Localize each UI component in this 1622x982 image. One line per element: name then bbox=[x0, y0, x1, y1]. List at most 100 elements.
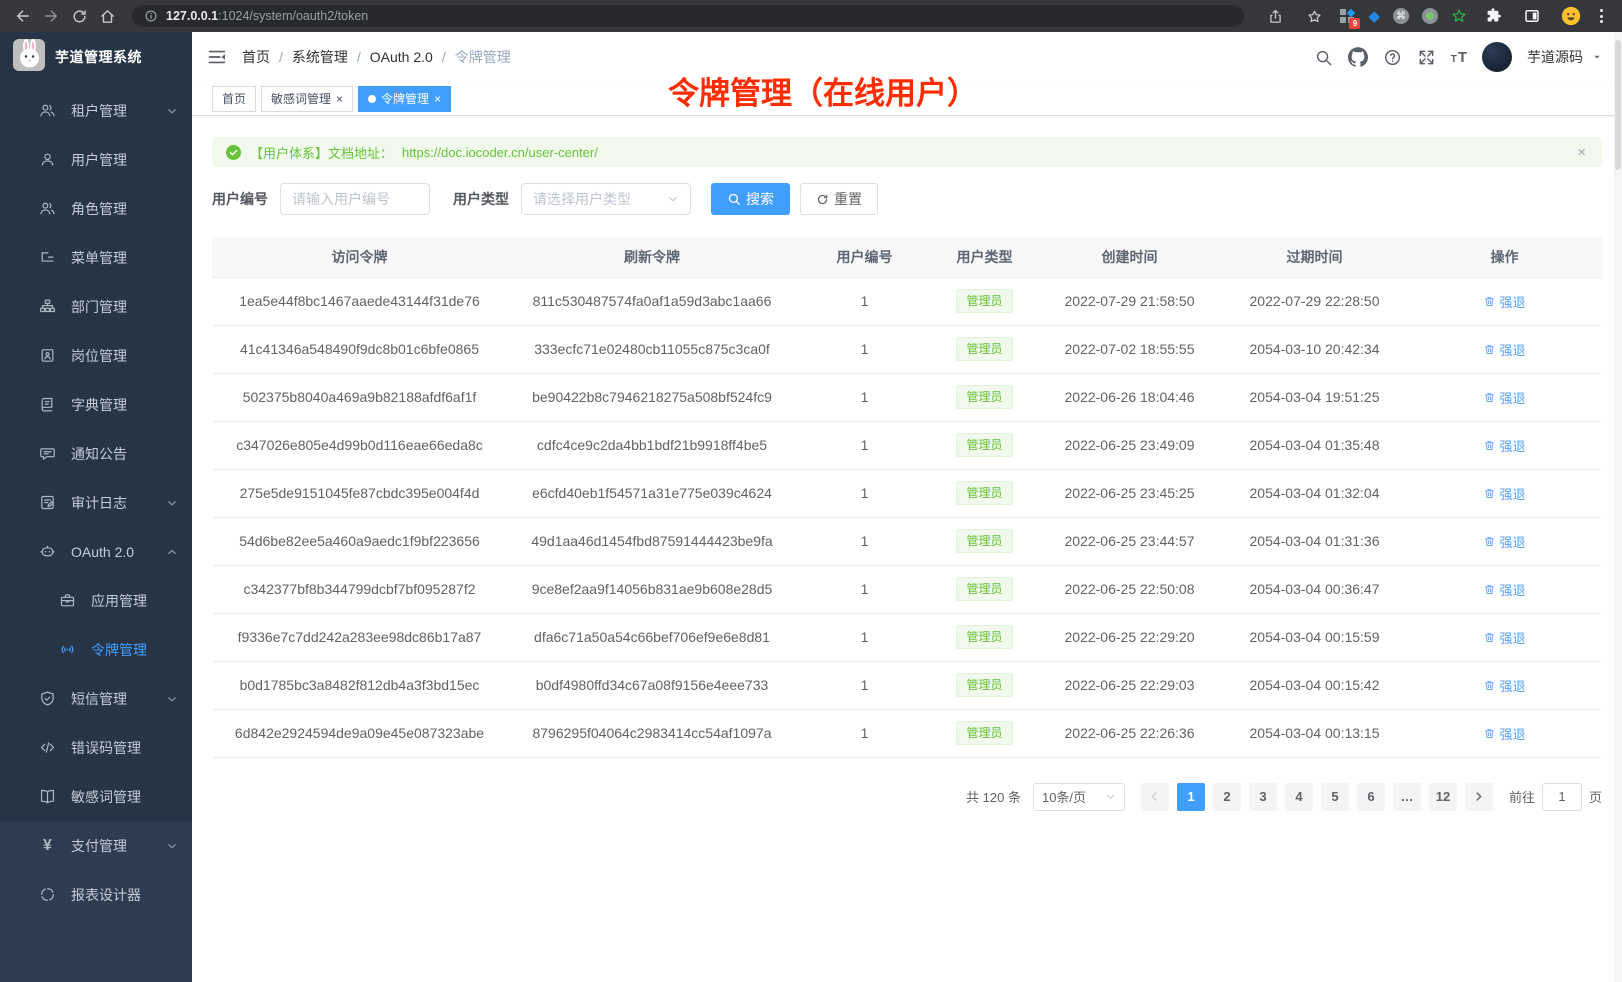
table-row: 275e5de9151045fe87cbdc395e004f4de6cfd40e… bbox=[212, 469, 1602, 517]
breadcrumb-home[interactable]: 首页 bbox=[242, 47, 270, 67]
sidebar-item-audit[interactable]: 审计日志 bbox=[0, 478, 192, 527]
sidebar-item-sensitiveword[interactable]: 敏感词管理 bbox=[0, 772, 192, 821]
sidebar-item-sms[interactable]: 短信管理 bbox=[0, 674, 192, 723]
sidebar-item-oauth2-token[interactable]: 令牌管理 bbox=[0, 625, 192, 674]
tab-home[interactable]: 首页 bbox=[212, 86, 256, 112]
sidebar-item-dept[interactable]: 部门管理 bbox=[0, 282, 192, 331]
user-type-tag: 管理员 bbox=[956, 481, 1012, 505]
access-token-cell: b0d1785bc3a8482f812db4a3f3bd15ec bbox=[212, 661, 507, 709]
tab-token[interactable]: 令牌管理× bbox=[358, 86, 451, 112]
user-type-cell: 管理员 bbox=[932, 565, 1037, 613]
search-button[interactable]: 搜索 bbox=[711, 183, 790, 215]
page-ellipsis[interactable]: … bbox=[1393, 783, 1421, 811]
browser-reload-icon[interactable] bbox=[66, 3, 92, 29]
close-icon[interactable]: × bbox=[336, 93, 343, 105]
user-avatar[interactable] bbox=[1482, 42, 1512, 72]
sidebar-item-errorcode[interactable]: 错误码管理 bbox=[0, 723, 192, 772]
action-cell: 强退 bbox=[1407, 277, 1602, 325]
user-name[interactable]: 芋道源码 bbox=[1527, 47, 1583, 67]
star-extension-icon[interactable] bbox=[1451, 8, 1467, 24]
reset-button[interactable]: 重置 bbox=[800, 183, 878, 215]
filter-form: 用户编号 用户类型 请选择用户类型 搜索 重置 bbox=[212, 183, 1602, 215]
sidebar-item-menu[interactable]: 菜单管理 bbox=[0, 233, 192, 282]
page-size-select[interactable]: 10条/页 bbox=[1033, 783, 1125, 811]
page-button-6[interactable]: 6 bbox=[1357, 783, 1385, 811]
app-title: 芋道管理系统 bbox=[55, 47, 142, 67]
caret-down-icon[interactable] bbox=[1592, 52, 1602, 62]
page-button-1[interactable]: 1 bbox=[1177, 783, 1205, 811]
profile-avatar[interactable] bbox=[1558, 3, 1584, 29]
window-scrollbar[interactable] bbox=[1614, 32, 1622, 982]
expire-time-cell: 2054-03-04 01:32:04 bbox=[1222, 469, 1407, 517]
sidebar-item-notice[interactable]: 通知公告 bbox=[0, 429, 192, 478]
bookmark-star-icon[interactable] bbox=[1301, 3, 1327, 29]
breadcrumb-system[interactable]: 系统管理 bbox=[292, 47, 348, 67]
sidebar-collapse-icon[interactable] bbox=[207, 47, 227, 67]
tab-sensitive-word[interactable]: 敏感词管理× bbox=[261, 86, 353, 112]
next-page-button[interactable] bbox=[1465, 783, 1493, 811]
user-type-tag: 管理员 bbox=[956, 289, 1012, 313]
browser-menu-kebab-icon[interactable] bbox=[1597, 9, 1606, 23]
gem-extension-icon[interactable]: ◆ bbox=[1368, 9, 1380, 24]
sidebar-item-tenant[interactable]: 租户管理 bbox=[0, 86, 192, 135]
force-logout-button[interactable]: 强退 bbox=[1483, 436, 1525, 455]
reset-button-label: 重置 bbox=[834, 189, 862, 209]
fullscreen-icon[interactable] bbox=[1417, 48, 1436, 67]
browser-home-icon[interactable] bbox=[94, 3, 120, 29]
site-info-icon[interactable] bbox=[144, 9, 158, 23]
sidebar-item-pay[interactable]: ¥支付管理 bbox=[0, 821, 192, 870]
page-button-4[interactable]: 4 bbox=[1285, 783, 1313, 811]
page-button-3[interactable]: 3 bbox=[1249, 783, 1277, 811]
help-icon[interactable] bbox=[1383, 48, 1402, 67]
table-header-cell: 用户类型 bbox=[932, 237, 1037, 277]
sidebar-item-report[interactable]: 报表设计器 bbox=[0, 870, 192, 919]
breadcrumb: 首页 / 系统管理 / OAuth 2.0 / 令牌管理 bbox=[242, 47, 511, 67]
record-extension-icon[interactable] bbox=[1422, 8, 1438, 24]
user-id-input[interactable] bbox=[280, 183, 430, 215]
sidebar-item-post[interactable]: 岗位管理 bbox=[0, 331, 192, 380]
share-icon[interactable] bbox=[1262, 3, 1288, 29]
force-logout-button[interactable]: 强退 bbox=[1483, 580, 1525, 599]
url-path: :1024/system/oauth2/token bbox=[218, 9, 368, 23]
chevron-down-icon bbox=[166, 693, 178, 705]
page-button-12[interactable]: 12 bbox=[1429, 783, 1457, 811]
sidebar-item-label: 支付管理 bbox=[71, 836, 127, 856]
close-icon[interactable]: × bbox=[434, 93, 441, 105]
address-bar[interactable]: 127.0.0.1:1024/system/oauth2/token bbox=[132, 5, 1244, 27]
extensions-puzzle-icon[interactable] bbox=[1480, 3, 1506, 29]
force-logout-button[interactable]: 强退 bbox=[1483, 388, 1525, 407]
prev-page-button[interactable] bbox=[1141, 783, 1169, 811]
sidebar-item-role[interactable]: 角色管理 bbox=[0, 184, 192, 233]
force-logout-button[interactable]: 强退 bbox=[1483, 724, 1525, 743]
sidebar-item-label: 敏感词管理 bbox=[71, 787, 141, 807]
refresh-token-cell: 49d1aa46d1454fbd87591444423be9fa bbox=[507, 517, 797, 565]
goto-page-input[interactable] bbox=[1542, 783, 1582, 811]
font-size-icon[interactable]: TT bbox=[1451, 50, 1467, 65]
user-type-tag: 管理员 bbox=[956, 625, 1012, 649]
refresh-token-cell: dfa6c71a50a54c66bef706ef9e6e8d81 bbox=[507, 613, 797, 661]
page-button-5[interactable]: 5 bbox=[1321, 783, 1349, 811]
user-type-select[interactable]: 请选择用户类型 bbox=[521, 183, 691, 215]
breadcrumb-oauth2[interactable]: OAuth 2.0 bbox=[370, 49, 433, 65]
page-button-2[interactable]: 2 bbox=[1213, 783, 1241, 811]
browser-back-icon[interactable] bbox=[10, 3, 36, 29]
force-logout-button[interactable]: 强退 bbox=[1483, 292, 1525, 311]
github-icon[interactable] bbox=[1348, 47, 1368, 67]
sidebar-item-oauth2[interactable]: OAuth 2.0 bbox=[0, 527, 192, 576]
scrollbar-thumb[interactable] bbox=[1615, 40, 1621, 170]
search-icon[interactable] bbox=[1314, 48, 1333, 67]
sidebar-item-user[interactable]: 用户管理 bbox=[0, 135, 192, 184]
force-logout-button[interactable]: 强退 bbox=[1483, 340, 1525, 359]
doc-link[interactable]: https://doc.iocoder.cn/user-center/ bbox=[402, 145, 598, 160]
alert-close-icon[interactable]: × bbox=[1577, 144, 1588, 161]
browser-forward-icon[interactable] bbox=[38, 3, 64, 29]
force-logout-button[interactable]: 强退 bbox=[1483, 676, 1525, 695]
split-view-icon[interactable] bbox=[1519, 3, 1545, 29]
sidebar-item-dict[interactable]: 字典管理 bbox=[0, 380, 192, 429]
force-logout-button[interactable]: 强退 bbox=[1483, 484, 1525, 503]
sidebar-item-oauth2-app[interactable]: 应用管理 bbox=[0, 576, 192, 625]
command-extension-icon[interactable]: ⌘ bbox=[1393, 8, 1409, 24]
extension-grid-icon[interactable]: 9 bbox=[1340, 9, 1355, 24]
force-logout-button[interactable]: 强退 bbox=[1483, 532, 1525, 551]
force-logout-button[interactable]: 强退 bbox=[1483, 628, 1525, 647]
